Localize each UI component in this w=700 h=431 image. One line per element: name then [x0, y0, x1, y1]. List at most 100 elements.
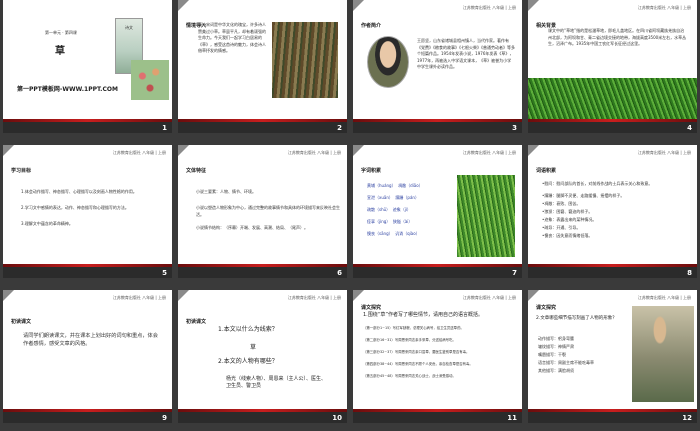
slide-header: 江苏教育出版社 八年级 | 上册 [112, 150, 166, 155]
slide-6[interactable]: 江苏教育出版社 八年级 | 上册 文体特征 小说三要素：人物、情节、环境。 小说… [178, 145, 347, 278]
website-link[interactable]: 第一PPT模板网-WWW.1PPT.COM [17, 84, 118, 93]
soldiers-illustration [632, 306, 694, 402]
word-row-2: 宣泄（xuān） 蹒跚（pán） [367, 195, 457, 202]
explore-question: 1.围绕“草”作者写了哪些情节，请用自己的语言概括。 [363, 312, 483, 318]
section-title: 词语积累 [536, 168, 557, 174]
word-left: 黄埔（huáng） [367, 183, 396, 188]
goal-item-3: 3.理解文中蕴含的革命精神。 [21, 221, 73, 226]
page-number: 9 [162, 414, 167, 422]
footer-bar: 6 [178, 267, 347, 278]
book-title: 诗文 [125, 25, 133, 30]
page-number: 1 [162, 124, 167, 132]
page-number: 8 [687, 269, 692, 277]
slide-12[interactable]: 江苏教育出版社 八年级 | 上册 课文探究 2.文章哪些细节描写刻画了人物的形象… [528, 290, 697, 423]
corner-triangle [178, 290, 189, 301]
word-left: 疏散（shū） [367, 207, 391, 212]
page-number: 6 [337, 269, 342, 277]
vocab-item: •慰问：慰问部队的首长，对前线作战的士兵表示关心和致意。 [542, 181, 653, 186]
word-left: 宣泄（xuān） [367, 195, 393, 200]
author-bio: 王愿坚，山东省诸城县相州镇人，当代作家。著作有《党费》《粮食的故事》《七根火柴》… [417, 38, 515, 69]
word-left: 痉挛（jìng） [367, 219, 391, 224]
corner-triangle [3, 290, 14, 301]
word-right: 蹒跚（pán） [395, 195, 419, 200]
slide-4[interactable]: 江苏教育出版社 八年级 | 上册 相关背景 课文中的“草地”指的是松潘草地，即毛… [528, 0, 697, 133]
word-row-4: 痉挛（jìng） 狭隘（ài） [367, 219, 457, 226]
section-title: 初读课文 [186, 319, 207, 325]
footer-bar: 9 [3, 412, 172, 423]
slide-header: 江苏教育出版社 八年级 | 上册 [637, 150, 691, 155]
corner-triangle [178, 0, 189, 11]
corner-triangle [178, 145, 189, 156]
slide-7[interactable]: 江苏教育出版社 八年级 | 上册 字词积累 黄埔（huáng） 凋敝（diāo）… [353, 145, 522, 278]
intro-text: 唐诗宋词是中华文化的瑰宝，许多诗人赞美过小草。草虽平凡，却有着顽强的生命力。今天… [198, 22, 266, 53]
vocab-item: •凋敝：衰败、困苦。 [542, 201, 581, 206]
corner-triangle [528, 0, 539, 11]
slide-10[interactable]: 江苏教育出版社 八年级 | 上册 初读课文 1.本文以什么为线索？ 草 2.本文… [178, 290, 347, 423]
slide-1[interactable]: 第一单元 · 第四课 草 诗文 第一PPT模板网-WWW.1PPT.COM 1 [3, 0, 172, 133]
genre-item-1: 小说三要素：人物、情节、环境。 [196, 189, 256, 194]
footer-bar: 3 [353, 122, 522, 133]
slide-2[interactable]: 情境导入 唐诗宋词是中华文化的瑰宝，许多诗人赞美过小草。草虽平凡，却有着顽强的生… [178, 0, 347, 133]
answer-2: 杨光（线索人物）、周恩来（主人公）、医生、卫生员、警卫员 [226, 376, 327, 389]
lesson-subtitle: 第一单元 · 第四课 [45, 30, 77, 35]
slide-9[interactable]: 江苏教育出版社 八年级 | 上册 初读课文 请同学们朗读课文，并在课本上划出好的… [3, 290, 172, 423]
detail-item: 嘴唇描写：干裂 [538, 352, 566, 357]
word-left: 懊丧（sāng） [367, 231, 393, 236]
footer-bar: 12 [528, 412, 697, 423]
slide-header: 江苏教育出版社 八年级 | 上册 [287, 150, 341, 155]
detail-item: 皱纹描写：神情严肃 [538, 344, 574, 349]
grass-field-photo [528, 78, 697, 119]
background-text: 课文中的“草地”指的是松潘草地，即毛儿盖地区。在四川省阿坝藏族羌族自治州北部，为… [548, 28, 687, 46]
page-number: 3 [512, 124, 517, 132]
slide-8[interactable]: 江苏教育出版社 八年级 | 上册 词语积累 •慰问：慰问部队的首长，对前线作战的… [528, 145, 697, 278]
word-right: 讥诮（qiào） [395, 231, 420, 236]
word-right: 狭隘（ài） [392, 219, 413, 224]
detail-item: 语言描写：周副主席不能吃毒草 [538, 360, 594, 365]
footer-bar: 8 [528, 267, 697, 278]
page-number: 4 [687, 124, 692, 132]
question-1: 1.本文以什么为线索？ [218, 326, 278, 333]
footer-bar: 11 [353, 412, 522, 423]
footer-bar: 10 [178, 412, 347, 423]
answer-1: 草 [250, 344, 257, 351]
slide-header: 江苏教育出版社 八年级 | 上册 [112, 295, 166, 300]
word-right: 凋敝（diāo） [398, 183, 423, 188]
slide-grid: 第一单元 · 第四课 草 诗文 第一PPT模板网-WWW.1PPT.COM 1 … [0, 0, 700, 431]
word-row-1: 黄埔（huáng） 凋敝（diāo） [367, 183, 457, 190]
vocab-item: •迹象：表露出来的某种情况。 [542, 217, 597, 222]
author-portrait [367, 36, 409, 88]
explore-question: 2.文章哪些细节描写刻画了人物的形象？ [536, 316, 617, 321]
slide-5[interactable]: 江苏教育出版社 八年级 | 上册 学习目标 1.体会动作描写、神态描写、心理描写… [3, 145, 172, 278]
plot-item: （第四部分38~44）写周恩来同志不顾个人安危，亲自检查草是否有毒。 [363, 362, 473, 366]
section-title: 文体特征 [186, 168, 207, 174]
word-right: 迹象（jì） [392, 207, 411, 212]
goal-item-2: 2.学习文中感情的表达，动作、神态描写和心理描写的方法。 [21, 205, 129, 210]
vocab-item: •蹒跚：腿脚不灵便、走路缓慢、摇摆的样子。 [542, 193, 625, 198]
page-number: 12 [682, 414, 692, 422]
millet-photo [457, 175, 515, 257]
reading-instruction: 请同学们朗读课文，并在课本上划出好的词句和重点，体会作者感情，感受文章的风格。 [23, 333, 158, 347]
slide-3[interactable]: 江苏教育出版社 八年级 | 上册 作者简介 王愿坚，山东省诸城县相州镇人，当代作… [353, 0, 522, 133]
goal-item-1: 1.体会动作描写、神态描写、心理描写以及刻画人物性格的作用。 [21, 189, 137, 194]
genre-item-2: 小说以塑造人物形象为中心，通过完整的故事情节和具体的环境描写来反映社会生活。 [196, 205, 340, 217]
section-title: 课文探究 [361, 305, 382, 311]
page-number: 7 [512, 269, 517, 277]
corner-triangle [528, 145, 539, 156]
footer-bar: 7 [353, 267, 522, 278]
section-title: 作者简介 [361, 23, 382, 29]
footer-bar: 5 [3, 267, 172, 278]
section-title: 课文探究 [536, 305, 557, 311]
corner-triangle [528, 290, 539, 301]
grass-photo [272, 22, 338, 98]
corner-triangle [353, 290, 364, 301]
detail-item: 动作描写：躬身弯腰 [538, 336, 574, 341]
corner-triangle [353, 0, 364, 11]
slide-header: 江苏教育出版社 八年级 | 上册 [637, 295, 691, 300]
vocab-item: •懊丧：因失意而情绪低落。 [542, 233, 593, 238]
corner-triangle [3, 145, 14, 156]
page-number: 11 [507, 414, 517, 422]
slide-11[interactable]: 江苏教育出版社 八年级 | 上册 课文探究 1.围绕“草”作者写了哪些情节，请用… [353, 290, 522, 423]
plot-item: （第三部分32~37）写周恩来同志亲口尝草，要医生鉴别草是否有毒。 [363, 350, 470, 354]
word-row-3: 疏散（shū） 迹象（jì） [367, 207, 457, 214]
footer-bar: 1 [3, 122, 172, 133]
